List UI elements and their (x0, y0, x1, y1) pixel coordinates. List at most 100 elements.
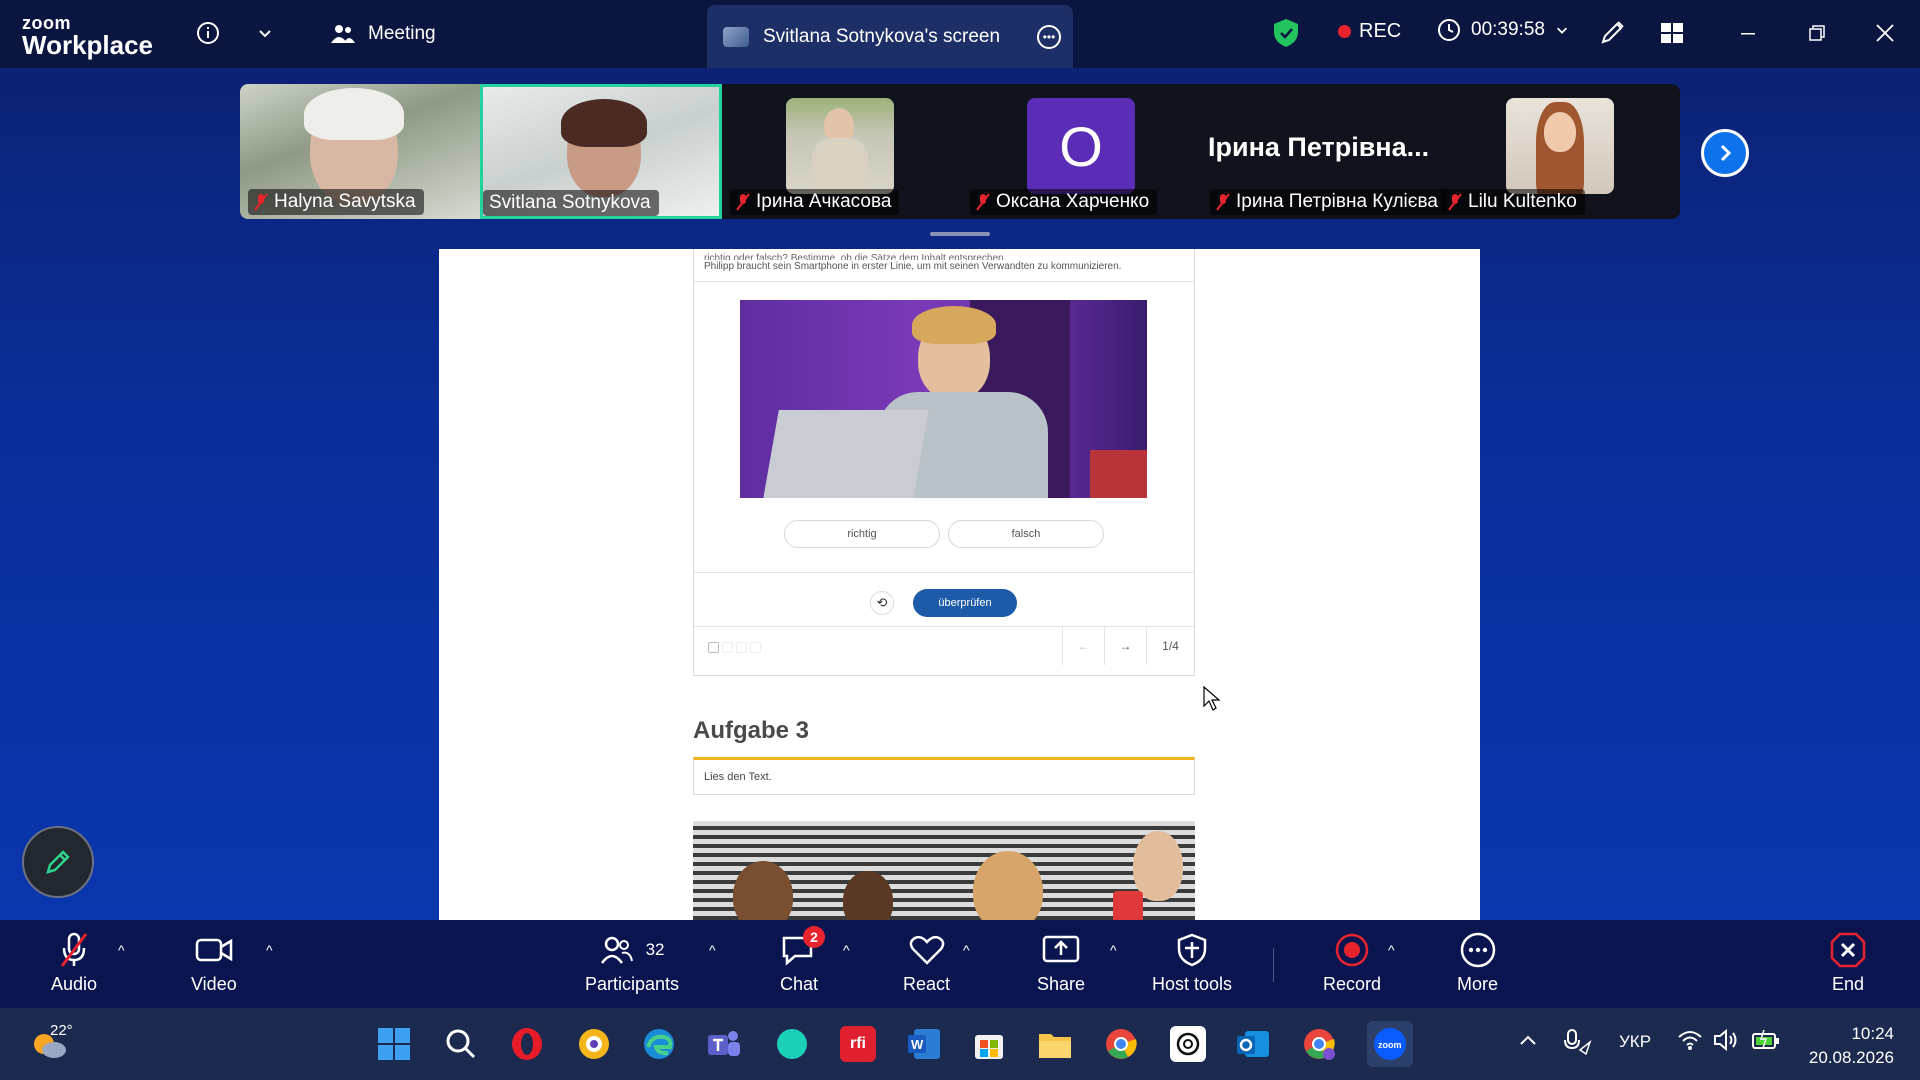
meeting-button[interactable]: Meeting (330, 18, 436, 50)
audio-label: Audio (51, 974, 98, 994)
participant-tile[interactable]: Ірина Ачкасова (722, 84, 962, 219)
page-dot[interactable] (750, 642, 761, 653)
windows-start-icon[interactable] (376, 1026, 412, 1062)
opera-icon[interactable] (509, 1026, 545, 1062)
more-options-icon[interactable]: ••• (1037, 25, 1061, 49)
video-options-caret-icon[interactable]: ^ (266, 942, 273, 958)
minimize-icon[interactable] (1733, 18, 1763, 48)
react-button[interactable]: React (903, 932, 950, 995)
next-arrow-icon[interactable]: → (1104, 627, 1146, 665)
file-explorer-icon[interactable] (1037, 1026, 1073, 1062)
chatgpt-icon[interactable] (1170, 1026, 1206, 1062)
page-dot[interactable] (722, 642, 733, 653)
check-button[interactable]: überprüfen (913, 589, 1017, 617)
chrome-profile-icon[interactable] (1301, 1026, 1337, 1062)
participant-initial-avatar: O (1027, 98, 1135, 194)
chevron-down-icon[interactable] (250, 18, 280, 48)
pencil-icon (46, 850, 70, 874)
close-icon[interactable] (1870, 18, 1900, 48)
keyboard-language[interactable]: УКР (1619, 1032, 1651, 1052)
react-options-caret-icon[interactable]: ^ (963, 942, 970, 958)
search-icon[interactable] (443, 1026, 479, 1062)
participant-tile[interactable]: Halyna Savytska (240, 84, 480, 219)
end-icon (1830, 932, 1866, 968)
participants-label: Participants (585, 974, 680, 994)
end-label: End (1831, 974, 1865, 994)
store-icon[interactable] (971, 1026, 1007, 1062)
video-button[interactable]: Video (191, 932, 237, 995)
restore-icon[interactable] (1802, 18, 1832, 48)
participant-tile-active-speaker[interactable]: Svitlana Sotnykova (480, 84, 722, 219)
rfi-icon[interactable]: rfi (840, 1026, 876, 1062)
participant-photo (1506, 98, 1614, 194)
weather-widget[interactable]: 22° (30, 1022, 73, 1067)
record-icon (1334, 932, 1370, 968)
page-dot[interactable] (708, 642, 719, 653)
exercise-pagination: ← → 1/4 (694, 626, 1194, 666)
wifi-icon[interactable] (1677, 1028, 1703, 1057)
mic-in-use-icon[interactable] (1562, 1028, 1592, 1061)
info-icon[interactable] (193, 18, 223, 48)
participant-tile[interactable]: O Оксана Харченко (962, 84, 1202, 219)
answer-falsch-button[interactable]: falsch (948, 520, 1104, 548)
participant-name-tag: Lilu Kultenko (1442, 189, 1585, 215)
prev-arrow-icon[interactable]: ← (1062, 627, 1104, 665)
mic-off-icon (1216, 193, 1230, 211)
chat-options-caret-icon[interactable]: ^ (843, 942, 850, 958)
participant-tile[interactable]: Lilu Kultenko (1442, 84, 1680, 219)
participant-name-tag: Оксана Харченко (970, 189, 1158, 215)
exercise-statement: Philipp braucht sein Smartphone in erste… (704, 261, 1122, 272)
chat-button[interactable]: 2 Chat (780, 926, 826, 995)
react-label: React (903, 974, 951, 994)
participant-name-tag: Ірина Ачкасова (730, 189, 900, 215)
host-tools-button[interactable]: Host tools (1152, 932, 1232, 995)
chat-unread-badge: 2 (803, 926, 826, 948)
battery-charging-icon[interactable] (1751, 1028, 1781, 1057)
page-dot[interactable] (736, 642, 747, 653)
annotate-button[interactable] (22, 826, 94, 898)
grid-icon[interactable] (1657, 18, 1687, 48)
mouse-cursor-icon (1203, 685, 1221, 717)
answer-richtig-button[interactable]: richtig (784, 520, 940, 548)
participant-name-tag: Halyna Savytska (248, 189, 424, 215)
word-icon[interactable]: W (906, 1026, 942, 1062)
shield-icon[interactable] (1273, 18, 1299, 53)
vpn-icon[interactable] (576, 1026, 612, 1062)
reset-icon[interactable]: ⟲ (870, 591, 894, 615)
show-hidden-icons-chevron-icon[interactable] (1519, 1032, 1537, 1052)
share-button[interactable]: Share (1037, 932, 1085, 995)
photo-person (843, 871, 893, 920)
mic-off-icon (976, 193, 990, 211)
more-button[interactable]: More (1457, 932, 1498, 995)
meeting-timer[interactable]: 00:39:58 (1437, 18, 1569, 42)
recording-indicator[interactable]: REC (1338, 20, 1401, 43)
volume-icon[interactable] (1713, 1028, 1739, 1057)
outlook-icon[interactable] (1235, 1026, 1271, 1062)
shared-screen-tab[interactable]: Svitlana Sotnykova's screen ••• (707, 5, 1073, 68)
next-page-button[interactable] (1701, 129, 1749, 177)
teams-icon[interactable] (706, 1026, 742, 1062)
exercise-card: richtig oder falsch? Bestimme, ob die Sä… (693, 249, 1195, 676)
mic-off-icon (58, 932, 90, 968)
audio-options-caret-icon[interactable]: ^ (118, 942, 125, 958)
section-instruction: Lies den Text. (693, 757, 1195, 795)
strip-resize-handle[interactable] (930, 232, 990, 236)
edge-icon[interactable] (641, 1026, 677, 1062)
mic-off-icon (736, 193, 750, 211)
record-button[interactable]: Record (1323, 932, 1381, 995)
chrome-icon[interactable] (1103, 1026, 1139, 1062)
audio-button[interactable]: Audio (51, 932, 97, 995)
participants-icon (600, 936, 633, 964)
zoom-taskbar-icon[interactable]: zoom (1367, 1021, 1413, 1067)
teal-app-icon[interactable] (774, 1026, 810, 1062)
annotate-icon[interactable] (1597, 18, 1627, 48)
participants-button[interactable]: 32 Participants (585, 932, 679, 995)
participant-strip: Halyna Savytska Svitlana Sotnykova Ірина… (240, 84, 1680, 219)
share-screen-icon (1042, 932, 1080, 968)
share-options-caret-icon[interactable]: ^ (1110, 942, 1117, 958)
participants-options-caret-icon[interactable]: ^ (709, 942, 716, 958)
end-meeting-button[interactable]: End (1830, 932, 1866, 995)
meeting-label: Meeting (368, 23, 436, 44)
record-options-caret-icon[interactable]: ^ (1388, 942, 1395, 958)
system-clock[interactable]: 10:24 20.08.2026 (1804, 1022, 1894, 1070)
